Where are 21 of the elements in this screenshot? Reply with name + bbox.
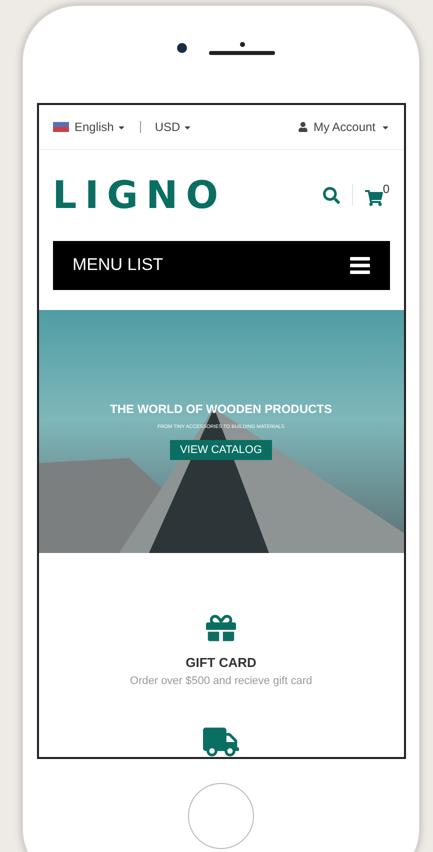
cart-count: 0: [382, 183, 390, 196]
gift-icon: [206, 613, 236, 643]
us-flag-icon: [52, 122, 68, 132]
truck-icon: [203, 727, 239, 757]
sensor-icon: [240, 42, 244, 46]
view-catalog-button[interactable]: VIEW CATALOG: [170, 440, 272, 460]
menu-icon[interactable]: [350, 256, 370, 274]
user-icon: [298, 122, 308, 132]
currency-selector[interactable]: USD: [154, 118, 192, 136]
search-icon[interactable]: [322, 186, 340, 204]
camera-icon: [177, 43, 187, 53]
feature-text: Order over $500 and recieve gift card: [130, 674, 312, 688]
language-selector[interactable]: English: [74, 118, 126, 136]
feature-title: GIFT CARD: [186, 654, 256, 672]
menu-bar[interactable]: MENU LIST: [52, 240, 390, 290]
speaker-icon: [209, 50, 275, 54]
hero-title: THE WORLD OF WOODEN PRODUCTS: [110, 400, 332, 418]
menu-label: MENU LIST: [72, 254, 164, 276]
account-menu[interactable]: My Account: [298, 118, 390, 136]
logo[interactable]: LIGNO: [52, 176, 226, 214]
cart-icon[interactable]: [364, 189, 383, 208]
